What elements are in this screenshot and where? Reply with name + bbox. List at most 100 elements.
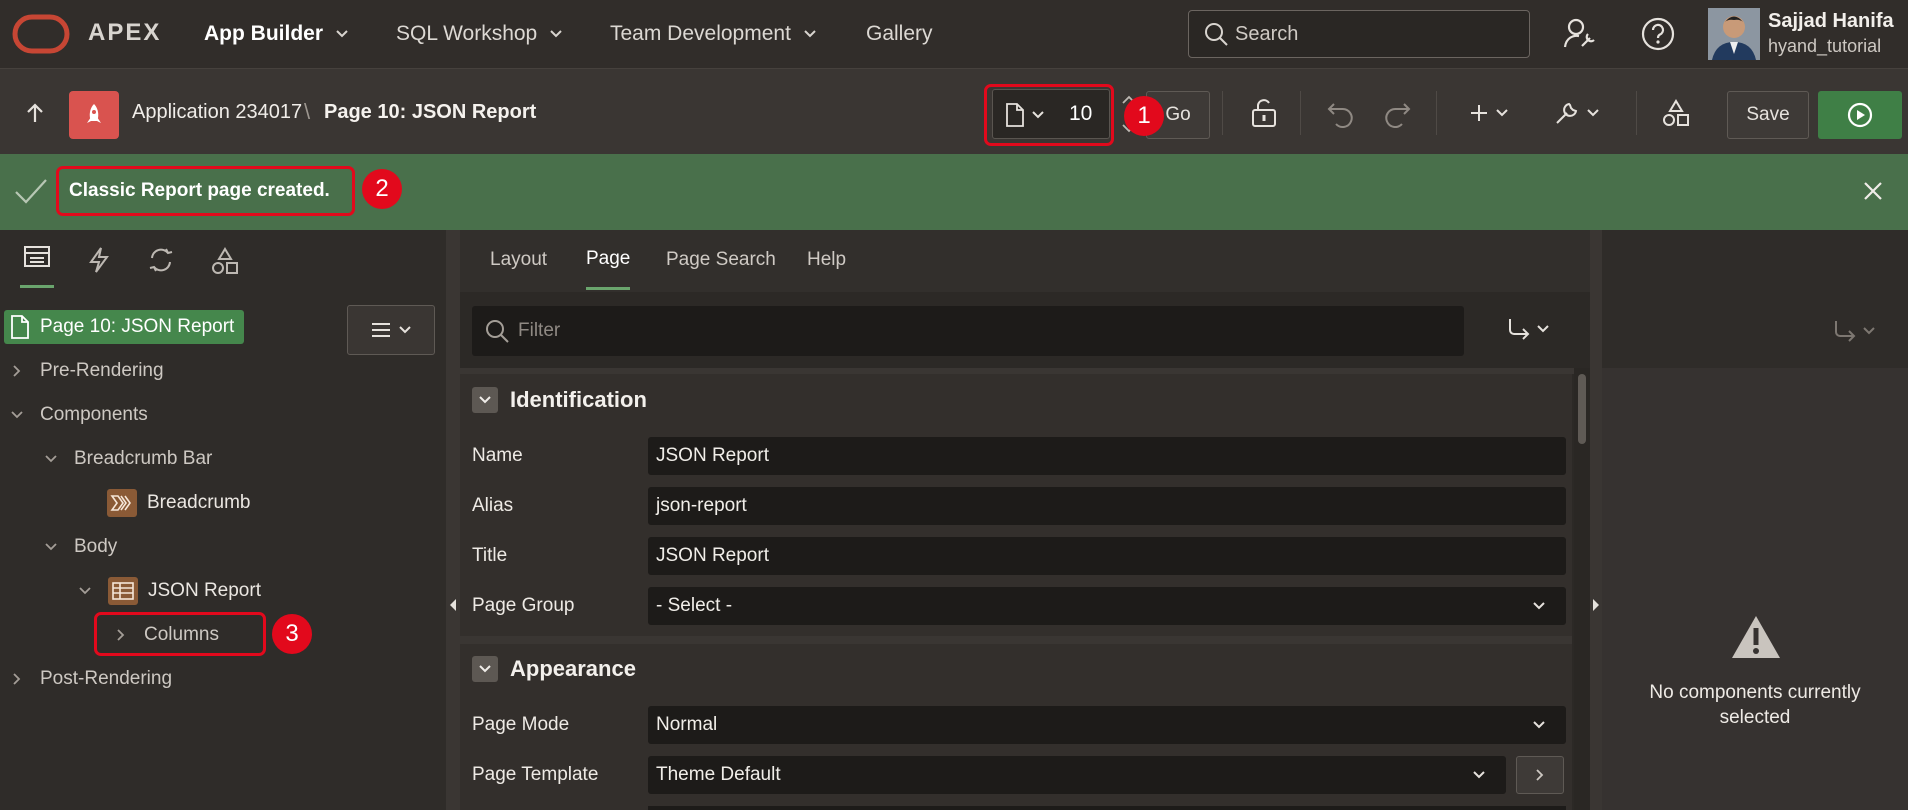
apex-brand[interactable]: APEX [88,19,161,47]
tree-node-components[interactable]: Components [8,395,148,435]
chevron-down-icon [549,29,563,39]
processing-tab-icon[interactable] [146,246,176,274]
nav-sql-workshop[interactable]: SQL Workshop [396,0,563,68]
wrench-icon [1554,100,1580,126]
tab-help[interactable]: Help [807,230,846,290]
chevron-down-icon [335,29,349,39]
page-mode-select[interactable]: Normal [648,706,1566,744]
help-icon[interactable] [1640,16,1676,52]
chevron-down-icon [1586,108,1600,118]
nav-team-development[interactable]: Team Development [610,0,817,68]
next-field-edge [648,806,1566,810]
nav-gallery[interactable]: Gallery [866,0,933,68]
select-value: - Select - [656,595,733,616]
tree-node-pre-rendering[interactable]: Pre-Rendering [8,351,164,391]
search-icon [1203,21,1229,47]
tree-menu-button[interactable] [347,305,435,355]
chevron-right-icon [1535,768,1545,782]
unlock-icon[interactable] [1244,93,1284,133]
section-title: Identification [510,387,647,412]
chevron-right-icon [8,364,26,378]
nav-app-builder-label: App Builder [204,22,323,45]
rendering-tree-panel: Page 10: JSON Report Pre-Rendering Compo… [0,230,446,810]
chevron-down-icon [803,29,817,39]
up-arrow-icon[interactable] [18,93,52,133]
admin-tools-icon[interactable] [1562,16,1598,52]
plus-icon [1469,103,1489,123]
tree-node-label: Pre-Rendering [40,360,164,381]
collapse-icon [472,387,498,413]
collapse-icon [472,656,498,682]
tree-node-breadcrumb[interactable]: Breadcrumb [107,483,251,523]
appearance-header[interactable]: Appearance [472,649,636,689]
close-icon[interactable] [1860,178,1886,204]
select-value: Normal [656,714,718,735]
play-icon [1846,101,1874,129]
page-template-select[interactable]: Theme Default [648,756,1506,794]
component-view-panel: No components currently selected [1602,230,1908,810]
right-splitter[interactable] [1590,230,1602,810]
go-to-group-icon [1832,318,1858,344]
filter-input[interactable]: Filter [472,306,1464,356]
tab-page[interactable]: Page [586,230,631,290]
prop-label-page-template: Page Template [472,764,599,785]
prop-label-page-mode: Page Mode [472,714,570,735]
dynamic-actions-tab-icon[interactable] [86,246,112,274]
oracle-logo-icon[interactable] [12,14,70,54]
chevron-down-icon [76,586,94,596]
section-title: Appearance [510,656,636,681]
search-icon [484,318,510,344]
tree-node-post-rendering[interactable]: Post-Rendering [8,659,172,699]
page-icon [10,314,30,340]
right-panel-header [1602,230,1908,368]
chevron-down-icon [1495,108,1509,118]
search-placeholder: Search [1235,22,1299,45]
tree-node-body[interactable]: Body [42,527,117,567]
chevron-down-icon [1532,601,1546,611]
global-search[interactable]: Search [1188,10,1530,58]
alias-field[interactable]: json-report [648,487,1566,525]
breadcrumb-application[interactable]: Application 234017 [132,101,302,124]
rendering-tab-icon[interactable] [20,244,54,288]
page-group-select[interactable]: - Select - [648,587,1566,625]
prop-label-name: Name [472,445,523,466]
shared-components-icon[interactable] [1658,93,1694,133]
run-page-button[interactable] [1818,91,1902,139]
shared-components-tab-icon[interactable] [210,246,240,276]
tab-page-search[interactable]: Page Search [666,230,776,290]
property-scrollbar[interactable] [1574,368,1590,810]
breadcrumb-region-icon [107,489,137,517]
go-to-group-button[interactable] [1506,316,1550,342]
create-menu-button[interactable] [1464,93,1514,133]
name-field[interactable]: JSON Report [648,437,1566,475]
avatar[interactable] [1708,8,1760,60]
application-rocket-icon[interactable] [69,91,119,139]
save-button[interactable]: Save [1727,91,1809,139]
tab-layout[interactable]: Layout [490,230,547,290]
go-to-group-button[interactable] [1832,318,1876,344]
scrollbar-thumb[interactable] [1578,374,1586,444]
tree-node-label: Breadcrumb [147,492,251,513]
chevron-right-icon [8,672,26,686]
nav-app-builder[interactable]: App Builder [204,0,349,68]
warning-icon [1730,614,1782,660]
left-splitter[interactable] [446,230,460,810]
chevron-down-icon [398,325,412,335]
tree-node-label: Breadcrumb Bar [74,448,213,469]
identification-header[interactable]: Identification [472,380,647,420]
tree-node-label: Components [40,404,148,425]
property-editor-panel: Layout Page Page Search Help Filter Iden… [460,230,1590,810]
page-designer-toolbar: Application 234017 \ Page 10: JSON Repor… [0,68,1908,154]
annotation-box-1 [984,84,1114,146]
tree-root-page[interactable]: Page 10: JSON Report [4,310,245,344]
no-selection-message: No components currently selected [1649,682,1861,728]
go-to-template-button[interactable] [1516,756,1564,794]
tree-node-breadcrumb-bar[interactable]: Breadcrumb Bar [42,439,212,479]
title-field[interactable]: JSON Report [648,537,1566,575]
chevron-down-icon [42,454,60,464]
redo-icon[interactable] [1378,93,1418,133]
filter-placeholder: Filter [518,320,561,341]
utilities-menu-button[interactable] [1550,93,1604,133]
undo-icon[interactable] [1320,93,1360,133]
tree-node-json-report[interactable]: JSON Report [76,571,261,611]
